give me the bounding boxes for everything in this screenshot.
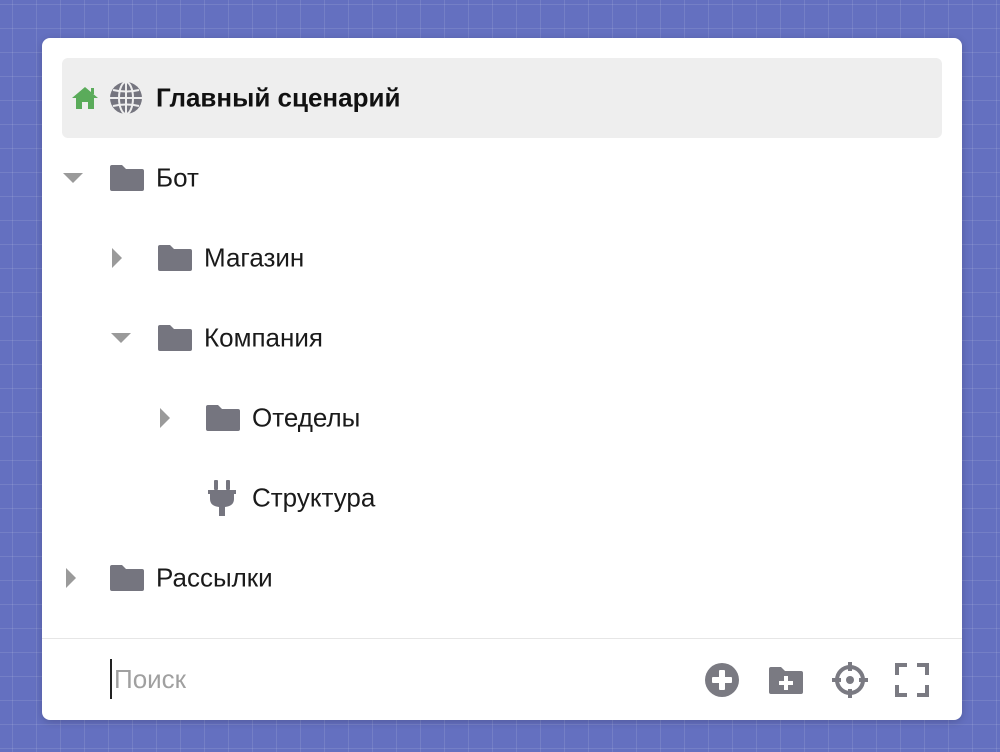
folder-icon [108,163,146,193]
add-circle-icon[interactable] [702,660,742,700]
tree-item-label: Структура [252,482,376,513]
add-folder-icon[interactable] [766,660,806,700]
crosshair-icon[interactable] [830,660,870,700]
search-input[interactable] [110,659,530,699]
tree-footer [42,638,962,720]
folder-icon [156,323,194,353]
chevron-down-icon[interactable] [62,167,84,189]
chevron-right-icon[interactable] [106,247,128,269]
tree-item-label: Отеделы [252,402,361,433]
folder-icon [108,563,146,593]
globe-icon [108,80,144,116]
tree-item-shop[interactable]: Магазин [62,218,942,298]
scenario-tree: Главный сценарий Бот Магазин Компания От… [62,58,942,618]
home-icon [70,85,100,111]
chevron-right-icon[interactable] [154,407,176,429]
tree-root-main-scenario[interactable]: Главный сценарий [62,58,942,138]
tree-item-label: Магазин [204,242,305,273]
tree-item-bot[interactable]: Бот [62,138,942,218]
chevron-down-icon[interactable] [110,327,132,349]
scenario-tree-panel: Главный сценарий Бот Магазин Компания От… [42,38,962,720]
tree-root-label: Главный сценарий [156,82,401,113]
tree-item-company[interactable]: Компания [62,298,942,378]
tree-item-departments[interactable]: Отеделы [62,378,942,458]
tree-item-label: Бот [156,162,199,193]
folder-icon [204,403,242,433]
chevron-right-icon[interactable] [60,567,82,589]
plug-icon [206,479,238,517]
tree-item-mailings[interactable]: Рассылки [62,538,942,618]
folder-icon [156,243,194,273]
tree-item-structure[interactable]: Структура [62,458,942,538]
tree-item-label: Компания [204,322,323,353]
tree-item-label: Рассылки [156,562,273,593]
expand-icon[interactable] [892,660,932,700]
